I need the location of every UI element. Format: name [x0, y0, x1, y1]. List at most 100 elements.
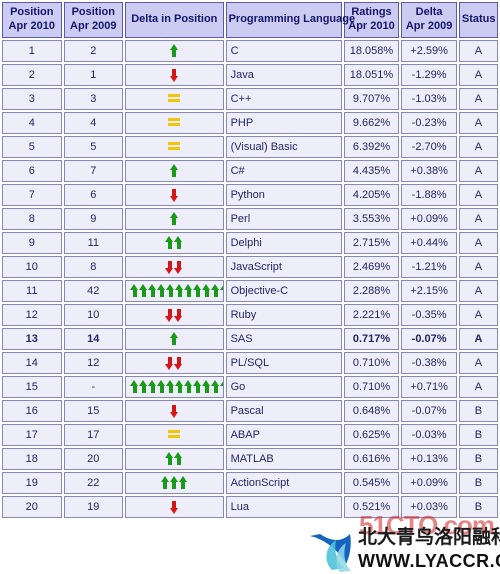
cell-delta-position [125, 447, 224, 470]
cell-delta-position [125, 255, 224, 278]
delta-up-icon-group [165, 450, 183, 468]
table-header: Position Apr 2010 Position Apr 2009 Delta in… [2, 2, 498, 38]
table-row[interactable]: 17 17 ABAP 0.625% -0.03% B [2, 423, 498, 446]
cell-language: Pascal [225, 399, 342, 422]
arrow-up-icon [165, 451, 174, 466]
table-row[interactable]: 1 2 C 18.058% +2.59% A [2, 39, 498, 62]
table-body: 1 2 C 18.058% +2.59% A 2 1 Java 18.051% -1.29% A 3 3 C… [2, 39, 498, 518]
table-row[interactable]: 11 42 Objective-C 2.288% +2.15% A [2, 279, 498, 302]
cell-ratings: 2.715% [343, 231, 400, 254]
delta-up-icon-group [160, 474, 188, 492]
table-row[interactable]: 18 20 MATLAB 0.616% +0.13% B [2, 447, 498, 470]
table-row[interactable]: 3 3 C++ 9.707% -1.03% A [2, 87, 498, 110]
cell-position-2010: 11 [2, 279, 62, 302]
arrow-up-icon [166, 379, 175, 394]
table-row[interactable]: 12 10 Ruby 2.221% -0.35% A [2, 303, 498, 326]
table-row[interactable]: 2 1 Java 18.051% -1.29% A [2, 63, 498, 86]
column-header-line1: Ratings [351, 6, 392, 18]
cell-position-2009: 10 [63, 303, 124, 326]
arrow-up-icon [169, 163, 179, 178]
column-header-ratings[interactable]: Ratings Apr 2010 [343, 2, 400, 38]
arrow-up-icon [193, 283, 202, 298]
cell-position-2010: 8 [2, 207, 62, 230]
cell-ratings: 0.648% [343, 399, 400, 422]
cell-status: B [458, 399, 498, 422]
watermark-bird-logo-icon [310, 534, 351, 572]
table-row[interactable]: 15- Go 0.710% +0.71% A [2, 375, 498, 398]
cell-delta-position [125, 303, 224, 326]
arrow-up-icon [148, 379, 157, 394]
arrow-up-icon [174, 451, 183, 466]
arrow-up-icon [175, 379, 184, 394]
cell-position-2010: 10 [2, 255, 62, 278]
column-header-dratio[interactable]: Delta Apr 2009 [401, 2, 457, 38]
arrow-up-icon [139, 283, 148, 298]
cell-delta-ratings: +0.09% [401, 207, 457, 230]
arrow-down-icon [174, 356, 183, 370]
table-row[interactable]: 10 8 JavaScript 2.469% -1.21% A [2, 255, 498, 278]
cell-status: A [458, 279, 498, 302]
column-header-status[interactable]: Status [458, 2, 498, 38]
cell-status: A [458, 375, 498, 398]
cell-position-2010: 13 [2, 327, 62, 350]
cell-delta-position [125, 231, 224, 254]
cell-position-2010: 2 [2, 63, 62, 86]
delta-up-icon-group [130, 282, 223, 300]
cell-delta-ratings: +0.13% [401, 447, 457, 470]
cell-delta-ratings: -1.21% [401, 255, 457, 278]
arrow-up-icon [166, 283, 175, 298]
cell-status: A [458, 255, 498, 278]
equals-icon [168, 94, 181, 103]
cell-position-2009: 17 [63, 423, 124, 446]
cell-ratings: 3.553% [343, 207, 400, 230]
column-header-line2: Apr 2010 [348, 19, 395, 32]
delta-down-icon-group [165, 354, 183, 372]
table-row[interactable]: 9 11 Delphi 2.715% +0.44% A [2, 231, 498, 254]
column-header-line2: Apr 2009 [70, 19, 117, 32]
column-header-line1: Delta in Position [131, 12, 218, 25]
arrow-up-icon [130, 379, 139, 394]
table-row[interactable]: 5 5 (Visual) Basic 6.392% -2.70% A [2, 135, 498, 158]
table-row[interactable]: 8 9 Perl 3.553% +0.09% A [2, 207, 498, 230]
table-row[interactable]: 14 12 PL/SQL 0.710% -0.38% A [2, 351, 498, 374]
table-row[interactable]: 6 7 C# 4.435% +0.38% A [2, 159, 498, 182]
cell-status: A [458, 39, 498, 62]
delta-up-icon-group [165, 234, 183, 252]
cell-delta-ratings: -0.03% [401, 423, 457, 446]
arrow-up-icon [220, 379, 223, 394]
column-header-pos2010[interactable]: Position Apr 2010 [2, 2, 62, 38]
table-row[interactable]: 19 22 ActionScript 0.545% +0.09% B [2, 471, 498, 494]
cell-position-2009: 6 [63, 183, 124, 206]
delta-up-icon-group [169, 42, 179, 60]
cell-delta-ratings: +0.71% [401, 375, 457, 398]
cell-language: (Visual) Basic [225, 135, 342, 158]
cell-language: Perl [225, 207, 342, 230]
column-header-lang[interactable]: Programming Language [225, 2, 355, 38]
cell-position-2010: 7 [2, 183, 62, 206]
watermark-chinese-text: 北大青鸟洛阳融科 [358, 526, 500, 548]
arrow-up-icon [202, 283, 211, 298]
table-row[interactable]: 4 4 PHP 9.662% -0.23% A [2, 111, 498, 134]
cell-delta-position [125, 111, 224, 134]
cell-position-2009: 3 [63, 87, 124, 110]
arrow-up-icon [130, 283, 139, 298]
arrow-up-icon [174, 235, 183, 250]
table-row[interactable]: 13 14 SAS 0.717% -0.07% A [2, 327, 498, 350]
cell-delta-position [125, 471, 224, 494]
cell-delta-position [125, 87, 224, 110]
table-row[interactable]: 7 6 Python 4.205% -1.88% A [2, 183, 498, 206]
table-row[interactable]: 20 19 Lua 0.521% +0.03% B [2, 495, 498, 518]
cell-language: PHP [225, 111, 342, 134]
table-header-row: Position Apr 2010 Position Apr 2009 Delta in… [2, 2, 498, 38]
cell-position-2009: 9 [63, 207, 124, 230]
cell-delta-position [125, 375, 224, 398]
delta-equal-icon [168, 114, 181, 132]
cell-language: PL/SQL [225, 351, 342, 374]
column-header-delta[interactable]: Delta in Position [125, 2, 224, 38]
arrow-up-icon [220, 283, 223, 298]
cell-delta-position [125, 351, 224, 374]
table-row[interactable]: 16 15 Pascal 0.648% -0.07% B [2, 399, 498, 422]
column-header-pos2009[interactable]: Position Apr 2009 [63, 2, 124, 38]
cell-position-2010: 19 [2, 471, 62, 494]
arrow-down-icon [174, 260, 183, 274]
